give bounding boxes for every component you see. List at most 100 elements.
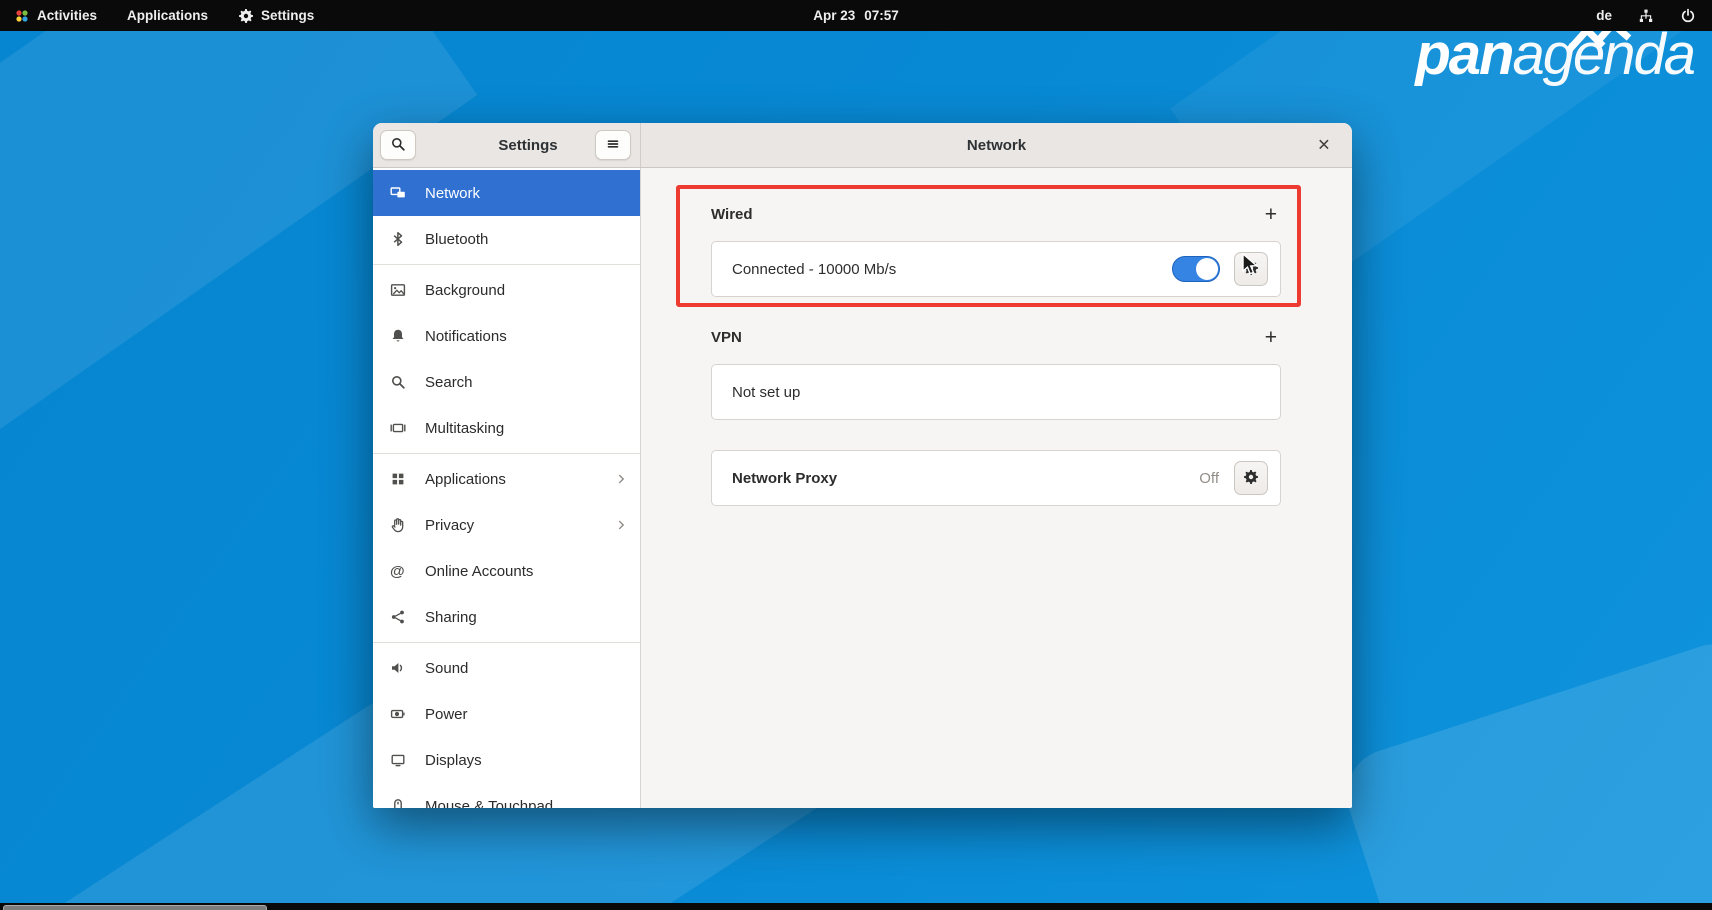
main-header: Network ×: [641, 123, 1352, 167]
sidebar-item-label: Search: [425, 374, 628, 391]
wallpaper-shape: [1335, 632, 1712, 910]
distro-logo-icon: [14, 8, 30, 24]
sidebar-item-label: Network: [425, 185, 628, 202]
network-icon: [390, 185, 406, 201]
sidebar-item-label: Bluetooth: [425, 231, 628, 248]
sidebar-item-label: Sharing: [425, 609, 628, 626]
search-icon: [390, 136, 406, 155]
wired-section-title: Wired: [711, 206, 753, 223]
primary-menu-button[interactable]: [595, 130, 631, 160]
sidebar-item-label: Sound: [425, 660, 628, 677]
settings-window: Settings Network × Network Bluetooth Backg…: [373, 123, 1352, 808]
activities-label: Activities: [37, 8, 97, 23]
sidebar-item-label: Applications: [425, 471, 614, 488]
chevron-right-icon: [614, 518, 628, 532]
sidebar-item-label: Privacy: [425, 517, 614, 534]
network-proxy-state: Off: [1199, 470, 1219, 487]
network-proxy-row[interactable]: Network Proxy Off: [712, 451, 1280, 505]
wired-section: Wired + Connected - 10000 Mb/s: [711, 204, 1281, 297]
bottom-panel: [0, 903, 1712, 910]
vpn-status-row: Not set up: [712, 365, 1280, 419]
bell-icon: [390, 328, 406, 344]
sidebar-item-power[interactable]: Power: [373, 691, 640, 737]
sidebar-item-bluetooth[interactable]: Bluetooth: [373, 216, 640, 262]
taskbar-window-item[interactable]: [3, 905, 267, 910]
settings-label: Settings: [261, 8, 314, 23]
network-status-icon[interactable]: [1638, 8, 1654, 24]
clock-date: Apr 23: [813, 8, 855, 23]
background-icon: [390, 282, 406, 298]
add-vpn-button[interactable]: +: [1261, 327, 1281, 348]
wired-connection-row[interactable]: Connected - 10000 Mb/s: [712, 242, 1280, 296]
sidebar-item-online-accounts[interactable]: @ Online Accounts: [373, 548, 640, 594]
vpn-status-text: Not set up: [732, 384, 1268, 401]
clock-time: 07:57: [864, 8, 899, 23]
wired-card: Connected - 10000 Mb/s: [711, 241, 1281, 297]
sidebar-item-label: Notifications: [425, 328, 628, 345]
network-proxy-section: Network Proxy Off: [711, 450, 1281, 506]
battery-icon: [390, 706, 406, 722]
settings-sidebar: Network Bluetooth Background Notifications S…: [373, 168, 641, 808]
share-icon: [390, 609, 406, 625]
activities-menu[interactable]: Activities: [14, 8, 97, 24]
logo-text-light: agenda: [1512, 22, 1694, 87]
toggle-knob: [1196, 258, 1218, 280]
hand-icon: [390, 517, 406, 533]
network-proxy-settings-button[interactable]: [1234, 461, 1268, 495]
clock[interactable]: Apr 23 07:57: [813, 8, 899, 23]
sidebar-header: Settings: [373, 123, 641, 167]
sidebar-item-sound[interactable]: Sound: [373, 645, 640, 691]
add-wired-connection-button[interactable]: +: [1261, 204, 1281, 225]
sidebar-item-notifications[interactable]: Notifications: [373, 313, 640, 359]
display-icon: [390, 752, 406, 768]
sidebar-item-network[interactable]: Network: [373, 170, 640, 216]
sidebar-item-label: Power: [425, 706, 628, 723]
desktop-screen: panagenda Activities Applications Settin…: [0, 0, 1712, 910]
chevron-right-icon: [614, 472, 628, 486]
bluetooth-icon: [390, 231, 406, 247]
window-header: Settings Network ×: [373, 123, 1352, 168]
power-icon[interactable]: [1680, 8, 1696, 24]
sidebar-item-label: Multitasking: [425, 420, 628, 437]
sidebar-item-multitasking[interactable]: Multitasking: [373, 405, 640, 451]
applications-label: Applications: [127, 8, 208, 23]
gear-icon: [1243, 260, 1259, 279]
sidebar-item-search[interactable]: Search: [373, 359, 640, 405]
gnome-top-bar: Activities Applications Settings Apr 23 …: [0, 0, 1712, 31]
wired-toggle[interactable]: [1172, 256, 1220, 282]
speaker-icon: [390, 660, 406, 676]
sidebar-item-sharing[interactable]: Sharing: [373, 594, 640, 640]
sidebar-separator: [373, 453, 640, 454]
sidebar-item-label: Mouse & Touchpad: [425, 798, 628, 809]
sidebar-item-background[interactable]: Background: [373, 267, 640, 313]
network-proxy-card: Network Proxy Off: [711, 450, 1281, 506]
settings-menu[interactable]: Settings: [238, 8, 314, 24]
panagenda-logo: panagenda: [1415, 26, 1694, 84]
vpn-section: VPN + Not set up: [711, 327, 1281, 420]
at-icon: @: [390, 563, 406, 579]
sidebar-item-label: Background: [425, 282, 628, 299]
sidebar-item-label: Online Accounts: [425, 563, 628, 580]
network-proxy-title: Network Proxy: [732, 470, 1199, 487]
gear-icon: [238, 8, 254, 24]
sidebar-item-applications[interactable]: Applications: [373, 456, 640, 502]
applications-menu[interactable]: Applications: [127, 8, 208, 23]
wired-settings-button[interactable]: [1234, 252, 1268, 286]
vpn-card: Not set up: [711, 364, 1281, 420]
search-icon: [390, 374, 406, 390]
sidebar-item-displays[interactable]: Displays: [373, 737, 640, 783]
sidebar-item-privacy[interactable]: Privacy: [373, 502, 640, 548]
sidebar-separator: [373, 264, 640, 265]
vpn-section-title: VPN: [711, 329, 742, 346]
wired-status-text: Connected - 10000 Mb/s: [732, 261, 1172, 278]
panel-title: Network: [967, 137, 1026, 154]
hamburger-icon: [605, 136, 621, 155]
close-button[interactable]: ×: [1312, 134, 1336, 157]
sidebar-item-mouse-touchpad[interactable]: Mouse & Touchpad: [373, 783, 640, 808]
search-button[interactable]: [380, 130, 416, 160]
apps-grid-icon: [390, 471, 406, 487]
mouse-icon: [390, 798, 406, 808]
sidebar-item-label: Displays: [425, 752, 628, 769]
keyboard-layout-indicator[interactable]: de: [1596, 8, 1612, 23]
multitasking-icon: [390, 420, 406, 436]
